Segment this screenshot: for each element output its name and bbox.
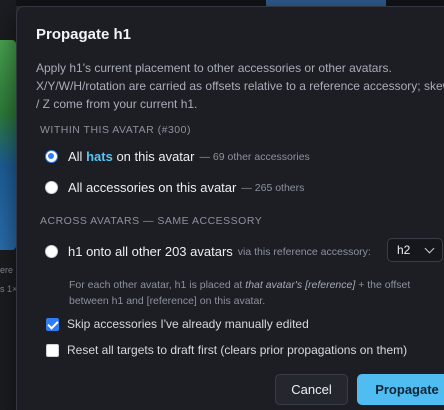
option-all-hats[interactable]: All hats on this avatar — 69 other acces… [45,149,310,164]
background-panel: ere s 1× [0,0,16,410]
option-all-hats-count: — 69 other accessories [199,150,310,163]
reference-accessory-value: h2 [397,243,411,257]
option-prefix: All [68,149,83,164]
option-all-hats-label: All hats on this avatar [68,149,194,164]
section-across-avatars: ACROSS AVATARS — SAME ACCESSORY [40,215,263,227]
note-line: For each other avatar, h1 is placed at t… [69,277,444,293]
across-avatars-note: For each other avatar, h1 is placed at t… [69,277,444,309]
option-across-avatars-sub: via this reference accessory: [237,245,371,258]
checkbox-skip-edited[interactable] [46,317,59,331]
option-skip-edited[interactable]: Skip accessories I've already manually e… [46,317,309,331]
option-suffix: on this avatar [116,149,195,164]
radio-all-hats[interactable] [45,150,58,163]
note-emphasis: that avatar's [reference] [245,279,356,291]
option-across-avatars-label: h1 onto all other 203 avatars [68,244,233,259]
option-all-accessories-label: All accessories on this avatar [68,180,237,195]
skip-edited-label: Skip accessories I've already manually e… [67,317,309,331]
option-highlight: hats [86,149,113,164]
description-line: X/Y/W/H/rotation are carried as offsets … [36,79,444,93]
cancel-button[interactable]: Cancel [275,374,348,405]
chevron-down-icon [424,243,435,254]
description-line: / Z come from your current h1. [36,97,198,111]
propagate-button[interactable]: Propagate [357,374,444,405]
option-reset-draft[interactable]: Reset all targets to draft first (clears… [46,343,407,357]
propagate-dialog: Propagate h1 Apply h1's current placemen… [16,6,444,410]
radio-all-accessories[interactable] [45,181,58,194]
note-line: between h1 and [reference] on this avata… [69,295,266,307]
background-thumbnail [0,40,16,250]
reset-draft-label: Reset all targets to draft first (clears… [67,343,408,357]
reference-accessory-select[interactable]: h2 [387,238,443,262]
description-line: Apply h1's current placement to other ac… [36,61,392,75]
note-text: + the offset [358,279,411,291]
option-all-accessories[interactable]: All accessories on this avatar — 265 oth… [45,180,304,195]
note-text: For each other avatar, h1 is placed at [69,279,243,291]
dialog-description: Apply h1's current placement to other ac… [36,59,444,113]
background-text: s 1× [0,284,16,294]
option-all-accessories-count: — 265 others [241,181,305,194]
radio-across-avatars[interactable] [45,245,58,258]
dialog-title: Propagate h1 [36,26,132,43]
background-text: ere [0,265,14,275]
checkbox-reset-draft[interactable] [46,343,59,357]
section-within-avatar: WITHIN THIS AVATAR (#300) [40,124,191,136]
option-across-avatars[interactable]: h1 onto all other 203 avatars via this r… [45,244,371,259]
